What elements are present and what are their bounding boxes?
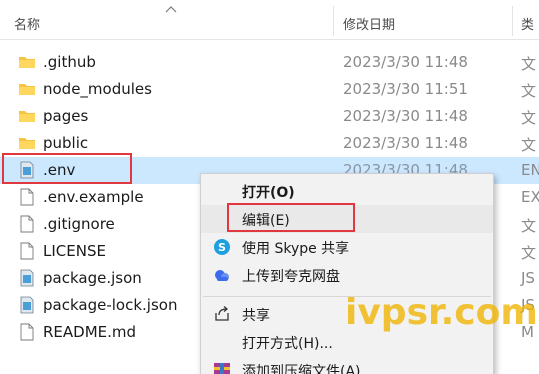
file-icon bbox=[20, 242, 34, 260]
settings-file-icon bbox=[20, 161, 34, 179]
menu-item-label: 打开方式(H)... bbox=[242, 336, 333, 352]
file-type: 文 bbox=[521, 109, 537, 127]
folder-icon bbox=[19, 57, 35, 68]
file-type: 文 bbox=[521, 55, 537, 73]
file-type: 文 bbox=[521, 244, 537, 262]
svg-text:S: S bbox=[218, 241, 226, 254]
file-type: EN bbox=[521, 161, 539, 179]
file-icon bbox=[20, 215, 34, 233]
sort-ascending-icon bbox=[165, 6, 177, 13]
share-icon bbox=[215, 306, 229, 321]
skype-icon: S bbox=[214, 239, 230, 255]
menu-item-upload-quark[interactable]: 上传到夸克网盘 bbox=[201, 261, 493, 289]
file-name: package-lock.json bbox=[43, 296, 178, 314]
file-type: EX bbox=[521, 188, 539, 206]
column-separator[interactable] bbox=[333, 6, 334, 36]
file-type: JS bbox=[521, 269, 535, 287]
file-date: 2023/3/30 11:48 bbox=[343, 107, 468, 125]
folder-icon bbox=[19, 138, 35, 149]
menu-item-skype-share[interactable]: S 使用 Skype 共享 bbox=[201, 233, 493, 261]
file-type: 文 bbox=[521, 136, 537, 154]
file-type: 文 bbox=[521, 82, 537, 100]
file-row[interactable]: public 2023/3/30 11:48 文 bbox=[0, 130, 539, 157]
menu-item-label: 共享 bbox=[242, 308, 270, 324]
file-name: .env.example bbox=[43, 188, 144, 206]
file-row[interactable]: .github 2023/3/30 11:48 文 bbox=[0, 49, 539, 76]
file-icon bbox=[20, 188, 34, 206]
column-header-date[interactable]: 修改日期 bbox=[343, 14, 395, 33]
menu-item-label: 编辑(E) bbox=[242, 213, 290, 229]
file-row[interactable]: node_modules 2023/3/30 11:51 文 bbox=[0, 76, 539, 103]
column-header: 名称 修改日期 类 bbox=[0, 0, 539, 40]
menu-item-open[interactable]: 打开(O) bbox=[201, 177, 493, 205]
file-name: .gitignore bbox=[43, 215, 115, 233]
file-date: 2023/3/30 11:51 bbox=[343, 80, 468, 98]
menu-item-edit[interactable]: 编辑(E) bbox=[201, 205, 493, 233]
file-name: public bbox=[43, 134, 89, 152]
watermark: ivpsr.com bbox=[345, 292, 538, 333]
column-header-name[interactable]: 名称 bbox=[14, 14, 40, 33]
file-name: package.json bbox=[43, 269, 142, 287]
cloud-icon bbox=[215, 270, 229, 281]
menu-item-add-to-archive[interactable]: 添加到压缩文件(A)... bbox=[201, 356, 493, 374]
context-menu: 打开(O) 编辑(E) S 使用 Skype 共享 上传到夸克网盘 共享 打开方… bbox=[200, 173, 494, 374]
file-name: LICENSE bbox=[43, 242, 106, 260]
file-row[interactable]: pages 2023/3/30 11:48 文 bbox=[0, 103, 539, 130]
file-name: .env bbox=[43, 161, 76, 179]
settings-file-icon bbox=[20, 269, 34, 287]
file-date: 2023/3/30 11:48 bbox=[343, 134, 468, 152]
file-type: 文 bbox=[521, 217, 537, 235]
file-icon bbox=[20, 323, 34, 341]
archive-icon bbox=[214, 363, 230, 374]
menu-item-label: 打开(O) bbox=[242, 185, 295, 201]
file-name: pages bbox=[43, 107, 89, 125]
menu-item-label: 使用 Skype 共享 bbox=[242, 241, 350, 257]
settings-file-icon bbox=[20, 296, 34, 314]
file-name: README.md bbox=[43, 323, 137, 341]
file-name: .github bbox=[43, 53, 96, 71]
menu-item-label: 添加到压缩文件(A)... bbox=[242, 364, 374, 374]
file-explorer: 名称 修改日期 类 .github 2023/3/30 11:48 文 node… bbox=[0, 0, 539, 374]
file-date: 2023/3/30 11:48 bbox=[343, 53, 468, 71]
folder-icon bbox=[19, 111, 35, 122]
column-header-type[interactable]: 类 bbox=[521, 14, 534, 33]
menu-item-label: 上传到夸克网盘 bbox=[242, 269, 340, 285]
folder-icon bbox=[19, 84, 35, 95]
column-separator[interactable] bbox=[512, 6, 513, 36]
file-name: node_modules bbox=[43, 80, 152, 98]
